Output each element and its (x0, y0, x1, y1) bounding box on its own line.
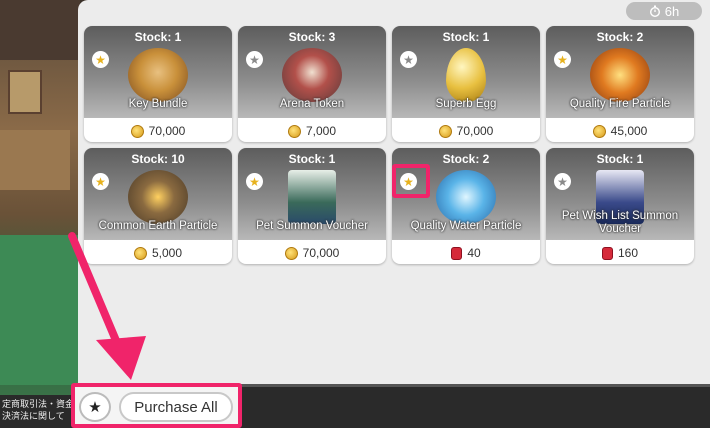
item-name: Pet Summon Voucher (256, 220, 368, 232)
price-value: 40 (467, 246, 481, 260)
item-name: Quality Water Particle (410, 220, 522, 232)
item-name: Arena Token (279, 98, 345, 110)
item-name: Common Earth Particle (98, 220, 218, 232)
item-price: 45,000 (546, 124, 694, 138)
shop-panel: 6h Stock: 1 ★ Key Bundle 70,000 Stock: 3… (78, 0, 710, 384)
price-value: 70,000 (456, 124, 494, 138)
star-highlight (392, 164, 430, 198)
favorite-star-icon[interactable]: ★ (400, 51, 417, 68)
red-gem-icon (451, 246, 463, 260)
background-scene: 定商取引法・資金決済法に関して (0, 0, 80, 428)
favorite-star-icon[interactable]: ★ (92, 173, 109, 190)
shop-item-card[interactable]: Stock: 1 ★ Key Bundle 70,000 (84, 26, 232, 142)
item-price: 40 (392, 246, 540, 260)
gold-coin-icon (438, 124, 452, 138)
item-price: 70,000 (238, 246, 386, 260)
stock-label: Stock: 1 (134, 30, 182, 44)
shop-item-card[interactable]: Stock: 1 ★ Pet Wish List Summon Voucher … (546, 148, 694, 264)
item-name: Superb Egg (435, 98, 497, 110)
price-value: 45,000 (610, 124, 648, 138)
price-value: 5,000 (151, 246, 183, 260)
fire-particle-icon (590, 48, 650, 102)
summon-voucher-icon (288, 170, 336, 224)
arena-token-icon (282, 48, 342, 102)
shop-item-card[interactable]: Stock: 1 ★ Superb Egg 70,000 (392, 26, 540, 142)
price-value: 70,000 (302, 246, 340, 260)
item-price: 7,000 (238, 124, 386, 138)
timer-text: 6h (664, 3, 680, 19)
stock-label: Stock: 1 (288, 152, 336, 166)
favorite-star-icon[interactable]: ★ (92, 51, 109, 68)
price-value: 160 (617, 246, 639, 260)
item-name: Key Bundle (128, 98, 188, 110)
legal-notice[interactable]: 定商取引法・資金決済法に関して (0, 395, 76, 428)
item-price: 160 (546, 246, 694, 260)
gold-coin-icon (284, 246, 298, 260)
item-price: 5,000 (84, 246, 232, 260)
stock-label: Stock: 1 (596, 152, 644, 166)
shop-item-card[interactable]: Stock: 2 ★ Quality Fire Particle 45,000 (546, 26, 694, 142)
red-gem-icon (601, 246, 613, 260)
scene-stall (0, 130, 70, 190)
favorite-star-icon[interactable]: ★ (246, 173, 263, 190)
shop-item-card[interactable]: Stock: 10 ★ Common Earth Particle 5,000 (84, 148, 232, 264)
item-price: 70,000 (84, 124, 232, 138)
scene-window (8, 70, 42, 114)
scene-roof (0, 0, 80, 60)
gold-coin-icon (133, 246, 147, 260)
gold-coin-icon (130, 124, 144, 138)
purchase-highlight (71, 383, 242, 428)
shop-item-card[interactable]: Stock: 3 ★ Arena Token 7,000 (238, 26, 386, 142)
stopwatch-icon (649, 5, 660, 17)
favorite-star-icon[interactable]: ★ (554, 51, 571, 68)
favorite-star-icon[interactable]: ★ (554, 173, 571, 190)
stock-label: Stock: 3 (288, 30, 336, 44)
gold-coin-icon (592, 124, 606, 138)
price-value: 7,000 (305, 124, 337, 138)
earth-particle-icon (128, 170, 188, 224)
item-name: Quality Fire Particle (569, 98, 671, 110)
item-name: Pet Wish List Summon Voucher (561, 210, 679, 235)
water-particle-icon (436, 170, 496, 224)
key-bundle-icon (128, 48, 188, 102)
price-value: 70,000 (148, 124, 186, 138)
favorite-star-icon[interactable]: ★ (246, 51, 263, 68)
stock-label: Stock: 10 (131, 152, 185, 166)
refresh-timer: 6h (626, 2, 702, 20)
shop-item-card[interactable]: Stock: 1 ★ Pet Summon Voucher 70,000 (238, 148, 386, 264)
gold-coin-icon (287, 124, 301, 138)
item-price: 70,000 (392, 124, 540, 138)
scene-table (0, 235, 80, 385)
stock-label: Stock: 1 (442, 30, 490, 44)
stock-label: Stock: 2 (596, 30, 644, 44)
